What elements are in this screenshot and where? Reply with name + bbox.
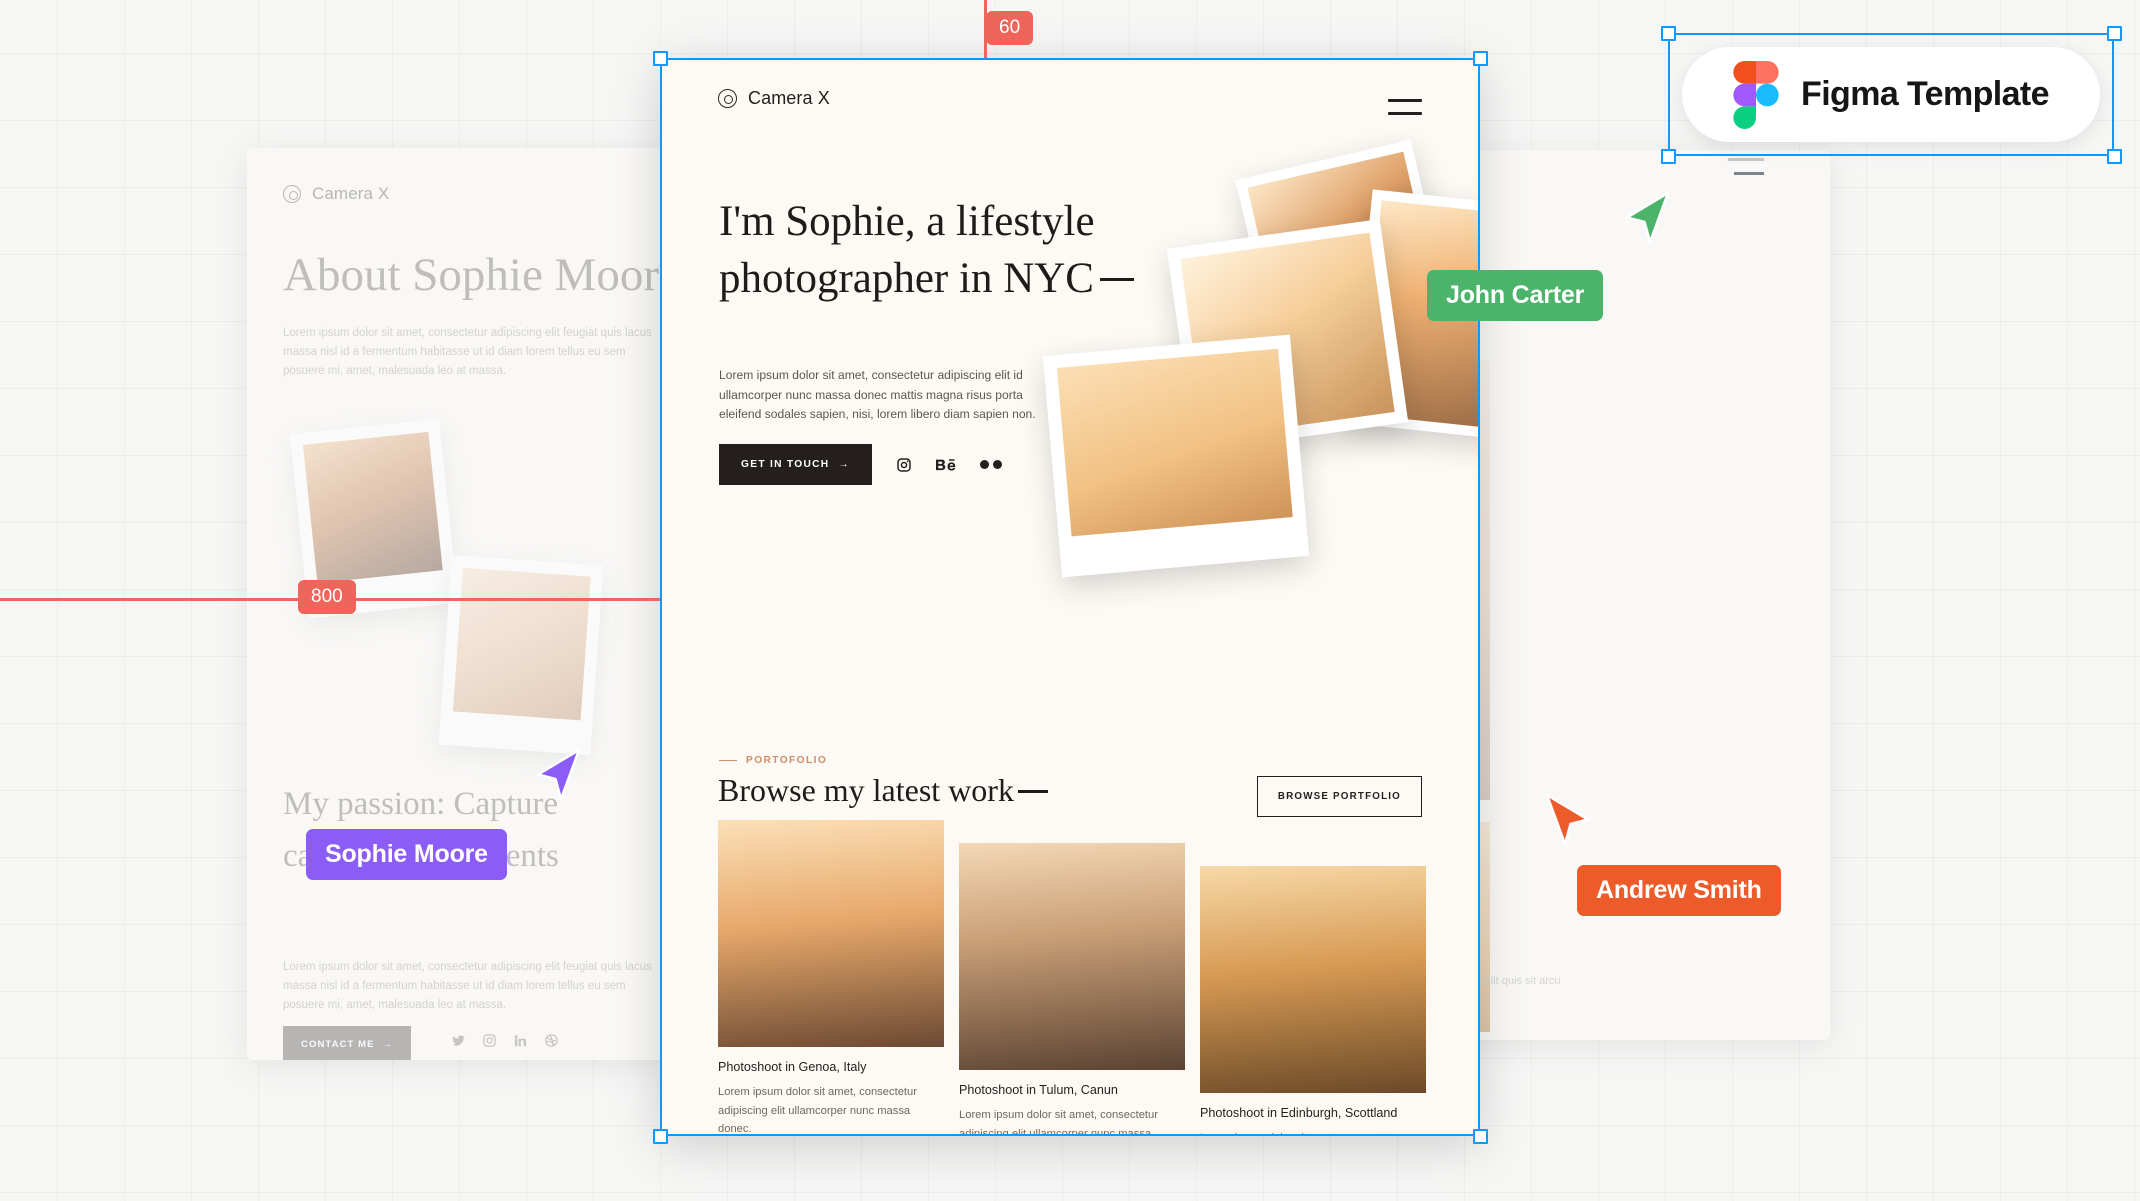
left-frame-paragraph: Lorem ipsum dolor sit amet, consectetur … [283,324,653,381]
left-frame-paragraph-2: Lorem ipsum dolor sit amet, consectetur … [283,958,653,1015]
card-title: Photoshoot in Genoa, Italy [718,1060,944,1074]
resize-handle-bottom-left[interactable] [653,1129,668,1144]
resize-handle-top-left[interactable] [1661,26,1676,41]
main-frame-home[interactable]: Camera X I'm Sophie, a lifestyle photogr… [660,58,1480,1136]
left-frame-logo: Camera X [283,184,389,204]
hero-photo-1 [1043,335,1309,578]
instagram-icon[interactable] [482,1033,497,1048]
portfolio-eyebrow-label: PORTOFOLIO [746,755,827,766]
figma-template-label: Figma Template [1801,75,2049,114]
card-body: Lorem ipsum dolor sit amet, consectetur … [959,1106,1185,1136]
resize-handle-bottom-right[interactable] [1473,1129,1488,1144]
card-thumbnail [959,843,1185,1070]
heading-underline-accent [1018,790,1048,793]
main-frame-brand: Camera X [748,88,830,109]
portfolio-card[interactable]: Photoshoot in Edinburgh, Scottland Lorem… [1200,866,1426,1136]
dribbble-icon[interactable] [544,1033,559,1048]
badge-shadow-bar-1 [1728,158,1764,161]
arrow-right-icon: → [383,1039,394,1050]
camera-aperture-icon [718,89,737,108]
card-body: Lorem ipsum dolor sit amet, consectetur … [718,1083,944,1136]
card-body: Lorem ipsum dolor sit amet, consectetur … [1200,1129,1426,1136]
heading-underline-accent [1100,278,1134,281]
hero-heading-text: I'm Sophie, a lifestyle photographer in … [719,198,1095,302]
behance-icon[interactable] [936,458,956,472]
card-title: Photoshoot in Tulum, Canun [959,1083,1185,1097]
cursor-label-sophie-moore: Sophie Moore [306,829,507,880]
measure-badge-60: 60 [986,11,1033,45]
cursor-arrow-sophie-moore [535,749,581,801]
twitter-icon[interactable] [451,1033,466,1048]
cursor-label-john-carter: John Carter [1427,270,1603,321]
portfolio-heading: Browse my latest work [718,772,1048,809]
portfolio-eyebrow: PORTOFOLIO [719,755,827,766]
figma-logo [1733,61,1779,129]
badge-shadow-bar-2 [1734,172,1764,175]
hero-heading: I'm Sophie, a lifestyle photographer in … [719,193,1199,307]
left-frame-social-list [451,1033,559,1048]
linkedin-icon[interactable] [513,1033,528,1048]
portfolio-card[interactable]: Photoshoot in Genoa, Italy Lorem ipsum d… [718,820,944,1136]
get-in-touch-label: GET IN TOUCH [741,459,829,470]
browse-portfolio-button[interactable]: BROWSE PORTFOLIO [1257,776,1422,817]
cursor-arrow-andrew-smith [1545,794,1591,846]
card-thumbnail [1200,866,1426,1093]
camera-aperture-icon [283,185,301,203]
dribbble-icon[interactable] [980,460,1002,469]
portfolio-card[interactable]: Photoshoot in Tulum, Canun Lorem ipsum d… [959,843,1185,1136]
left-frame-brand: Camera X [312,184,389,204]
measure-badge-800: 800 [298,580,356,614]
resize-handle-top-left[interactable] [653,51,668,66]
hero-paragraph: Lorem ipsum dolor sit amet, consectetur … [719,366,1064,425]
left-frame-contact-button[interactable]: CONTACT ME → [283,1026,411,1060]
arrow-right-icon: → [838,459,850,470]
eyebrow-dash [719,760,737,762]
hero-cta-row: GET IN TOUCH → [719,444,1002,485]
figma-canvas[interactable]: Camera X About Sophie Moore Lorem ipsum … [0,0,2140,1201]
resize-handle-bottom-right[interactable] [2107,149,2122,164]
left-frame-photo-2 [439,555,604,755]
get-in-touch-button[interactable]: GET IN TOUCH → [719,444,872,485]
resize-handle-top-right[interactable] [2107,26,2122,41]
hamburger-menu-icon[interactable] [1388,96,1422,118]
hamburger-bar [1388,99,1422,102]
cursor-label-andrew-smith: Andrew Smith [1577,865,1781,916]
resize-handle-bottom-left[interactable] [1661,149,1676,164]
card-thumbnail [718,820,944,1047]
cursor-arrow-john-carter [1624,192,1670,244]
left-frame-heading: About Sophie Moore [283,248,680,302]
instagram-icon[interactable] [896,457,912,473]
figma-template-badge[interactable]: Figma Template [1682,47,2100,142]
card-title: Photoshoot in Edinburgh, Scottland [1200,1106,1426,1120]
left-frame-contact-label: CONTACT ME [301,1039,375,1050]
resize-handle-top-right[interactable] [1473,51,1488,66]
main-frame-logo[interactable]: Camera X [718,88,830,109]
portfolio-heading-text: Browse my latest work [718,772,1014,808]
hamburger-bar [1388,112,1422,115]
